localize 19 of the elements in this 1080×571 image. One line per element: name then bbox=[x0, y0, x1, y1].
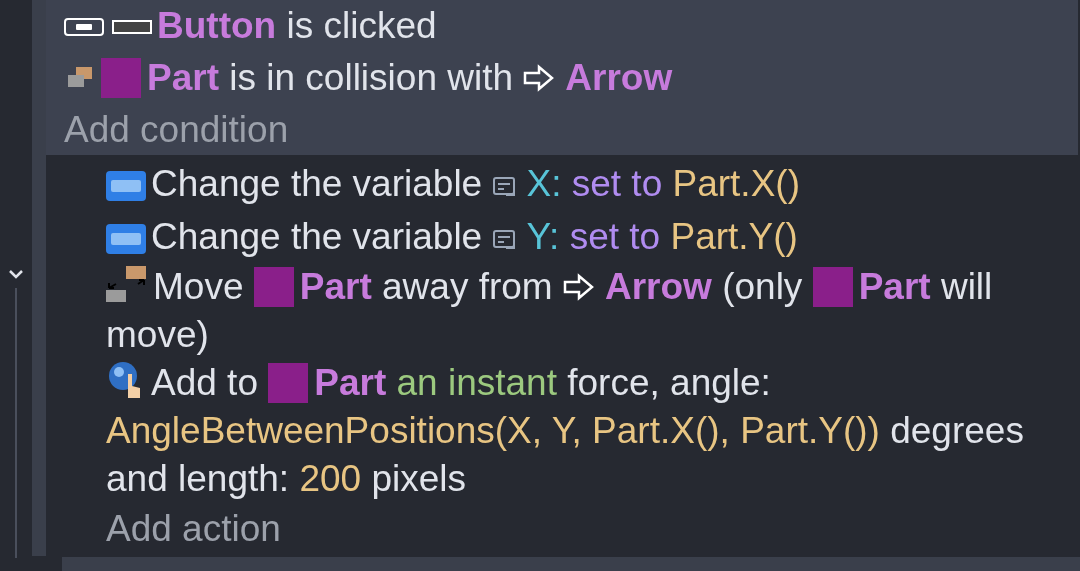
button-thumbnail-icon bbox=[112, 20, 152, 34]
move-apart-icon bbox=[106, 264, 148, 304]
add-condition-link[interactable]: Add condition bbox=[64, 104, 289, 156]
square-icon bbox=[101, 58, 141, 98]
square-icon bbox=[253, 267, 294, 307]
action-text: Move Part away from Arrow (only Part will move) bbox=[106, 263, 994, 357]
action-text: Add to Part an instant force, angle: AngleBetweenPositions(X, Y, Part.X(), Part.Y()) degrees and length: 200 pixels bbox=[106, 359, 1025, 501]
arrow-icon bbox=[562, 273, 595, 301]
action-text: Change the variable Y: set to Part.Y() bbox=[106, 210, 1066, 263]
variable-icon bbox=[106, 171, 146, 201]
add-action-link[interactable]: Add action bbox=[106, 503, 281, 555]
arrow-icon bbox=[523, 64, 556, 92]
square-icon bbox=[268, 363, 309, 403]
condition-text: Button is clicked bbox=[64, 0, 1078, 52]
variable-icon bbox=[106, 224, 146, 254]
condition-text: Part is in collision with Arrow bbox=[64, 52, 1078, 104]
ok-icon bbox=[64, 18, 104, 36]
square-icon bbox=[812, 267, 853, 307]
action-text: Change the variable X: set to Part.X() bbox=[106, 157, 1066, 210]
